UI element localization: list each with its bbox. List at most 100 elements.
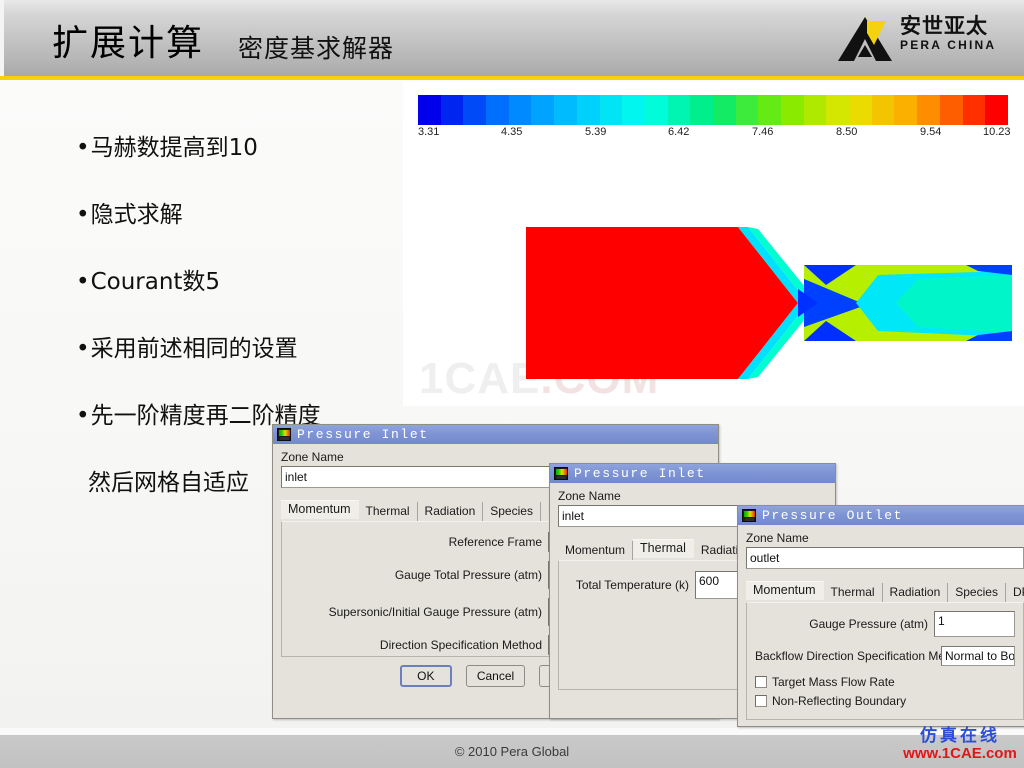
bullet-marker: •	[76, 202, 90, 228]
bullet-item: •隐式求解	[76, 195, 406, 229]
colorbar-band	[418, 95, 441, 125]
dialog-body: Zone Name outlet Momentum Thermal Radiat…	[738, 525, 1024, 720]
tab-radiation[interactable]: Radiation	[883, 583, 949, 602]
backflow-direction-specification-method-label: Backflow Direction Specification Method	[755, 649, 969, 663]
logo-triangle-icon	[838, 17, 892, 61]
fluent-app-icon	[742, 509, 756, 522]
site-watermark-chinese: 仿真在线	[920, 726, 1000, 746]
fluent-app-icon	[554, 467, 568, 480]
colorbar-band	[758, 95, 781, 125]
dialog-title-bar[interactable]: Pressure Inlet	[550, 464, 835, 483]
bullet-marker: •	[76, 135, 90, 161]
colorbar-band	[690, 95, 713, 125]
colorbar-band	[440, 95, 464, 125]
header-left-cap	[0, 0, 4, 76]
colorbar-band	[917, 95, 940, 125]
direction-specification-method-label: Direction Specification Method	[379, 638, 542, 652]
cfd-result-panel: 1CAE.COM 3.31 4.35 5.39 6.42 7.46 8.50 9…	[403, 82, 1024, 406]
form-row: Backflow Direction Specification Method …	[755, 646, 1015, 666]
bullet-text: 然后网格自适应	[88, 470, 249, 496]
colorbar-band	[849, 95, 872, 125]
tab-strip[interactable]: Momentum Thermal Radiation Species DPM	[746, 581, 1024, 602]
colorbar-tick: 5.39	[585, 126, 607, 138]
bullet-marker: •	[76, 336, 90, 362]
contour-colorbar: 3.31 4.35 5.39 6.42 7.46 8.50 9.54 10.23	[418, 95, 1011, 143]
logo-chinese-name: 安世亚太	[900, 14, 988, 38]
bullet-text: 采用前述相同的设置	[90, 336, 298, 362]
fluent-app-icon	[277, 428, 291, 441]
footer-copyright: © 2010 Pera Global	[454, 744, 570, 759]
bullet-text: 隐式求解	[90, 202, 183, 228]
dialog-title-bar[interactable]: Pressure Inlet	[273, 425, 718, 444]
dialog-title-text: Pressure Outlet	[762, 508, 904, 523]
tab-radiation[interactable]: Radiation	[418, 502, 484, 521]
colorbar-band	[985, 95, 1008, 125]
tab-momentum[interactable]: Momentum	[746, 581, 824, 600]
gauge-pressure-label: Gauge Pressure (atm)	[809, 617, 928, 631]
dialog-title-text: Pressure Inlet	[574, 466, 706, 481]
zone-name-label: Zone Name	[558, 489, 621, 503]
bullet-item: •采用前述相同的设置	[76, 329, 406, 363]
colorbar-band	[508, 95, 532, 125]
colorbar-band	[644, 95, 668, 125]
momentum-tab-panel: Gauge Pressure (atm) 1 Backflow Directio…	[746, 602, 1024, 720]
colorbar-band	[576, 95, 600, 125]
cancel-button[interactable]: Cancel	[465, 665, 526, 687]
slide-canvas: 扩展计算 密度基求解器 安世亚太 PERA CHINA •马赫数提高到10 •隐…	[0, 0, 1024, 768]
colorbar-band	[826, 95, 850, 125]
bullet-item: •Courant数5	[76, 262, 406, 296]
colorbar-tick: 6.42	[668, 126, 690, 138]
colorbar-band	[667, 95, 691, 125]
checkbox-box-icon[interactable]	[755, 676, 767, 688]
colorbar-band	[463, 95, 487, 125]
bullet-marker: •	[76, 403, 90, 429]
colorbar-band	[962, 95, 986, 125]
target-mass-flow-rate-label: Target Mass Flow Rate	[772, 675, 895, 689]
colorbar-band	[622, 95, 645, 125]
header-accent-rule	[0, 76, 1024, 80]
cfd-watermark-left: 1CAE	[419, 354, 541, 403]
target-mass-flow-rate-checkbox[interactable]: Target Mass Flow Rate	[755, 675, 1015, 689]
checkbox-box-icon[interactable]	[755, 695, 767, 707]
colorbar-tick: 7.46	[752, 126, 774, 138]
page-title: 扩展计算	[52, 23, 205, 64]
colorbar-band	[735, 95, 759, 125]
colorbar-band	[939, 95, 963, 125]
tab-species[interactable]: Species	[948, 583, 1006, 602]
dialog-title-text: Pressure Inlet	[297, 427, 429, 442]
colorbar-tick: 10.23	[983, 126, 1011, 138]
colorbar-tick: 4.35	[501, 126, 523, 138]
bullet-text: Courant数5	[90, 269, 221, 295]
bullet-item: •马赫数提高到10	[76, 128, 406, 162]
logo-text-block: 安世亚太 PERA CHINA	[900, 14, 997, 53]
non-reflecting-boundary-label: Non-Reflecting Boundary	[772, 694, 907, 708]
tab-momentum[interactable]: Momentum	[281, 500, 359, 519]
site-watermark: 仿真在线 www.1CAE.com	[900, 727, 1020, 762]
slide-header: 扩展计算 密度基求解器 安世亚太 PERA CHINA	[0, 0, 1024, 76]
total-temperature-label: Total Temperature (k)	[575, 578, 689, 592]
colorbar-tick: 3.31	[418, 126, 440, 138]
tab-species[interactable]: Species	[483, 502, 541, 521]
bullet-marker: •	[76, 269, 90, 295]
tab-thermal[interactable]: Thermal	[824, 583, 883, 602]
pressure-outlet-dialog[interactable]: Pressure Outlet Zone Name outlet Momentu…	[737, 505, 1024, 727]
tab-momentum[interactable]: Momentum	[558, 541, 634, 560]
site-watermark-url: www.1CAE.com	[903, 745, 1017, 762]
tab-dpm[interactable]: DPM	[1006, 583, 1024, 602]
colorbar-band	[712, 95, 736, 125]
form-row: Gauge Pressure (atm) 1	[755, 611, 1015, 637]
zone-name-label: Zone Name	[746, 531, 809, 545]
colorbar-gradient-strip	[418, 95, 1008, 125]
gauge-pressure-input[interactable]: 1	[933, 611, 1015, 637]
tab-thermal[interactable]: Thermal	[633, 539, 694, 558]
zone-name-label: Zone Name	[281, 450, 344, 464]
dialog-title-bar[interactable]: Pressure Outlet	[738, 506, 1024, 525]
ok-button[interactable]: OK	[399, 665, 452, 687]
non-reflecting-boundary-checkbox[interactable]: Non-Reflecting Boundary	[755, 694, 1015, 708]
pera-china-logo: 安世亚太 PERA CHINA	[836, 13, 1006, 65]
backflow-direction-specification-method-select[interactable]: Normal to Bou	[941, 646, 1015, 666]
tab-thermal[interactable]: Thermal	[359, 502, 418, 521]
zone-name-input[interactable]: outlet	[746, 547, 1024, 569]
logo-english-name: PERA CHINA	[900, 38, 997, 52]
colorbar-band	[531, 95, 555, 125]
